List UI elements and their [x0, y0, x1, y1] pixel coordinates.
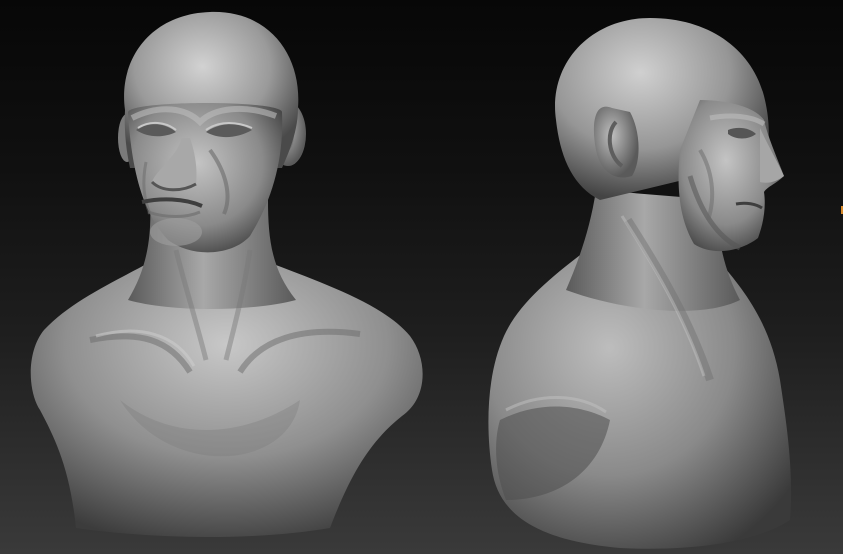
bust-profile-view	[488, 18, 792, 549]
nose-profile	[760, 128, 784, 183]
bust-front-view	[30, 11, 423, 537]
sculpt-render	[30, 11, 792, 549]
sculpt-viewport[interactable]	[0, 0, 843, 554]
